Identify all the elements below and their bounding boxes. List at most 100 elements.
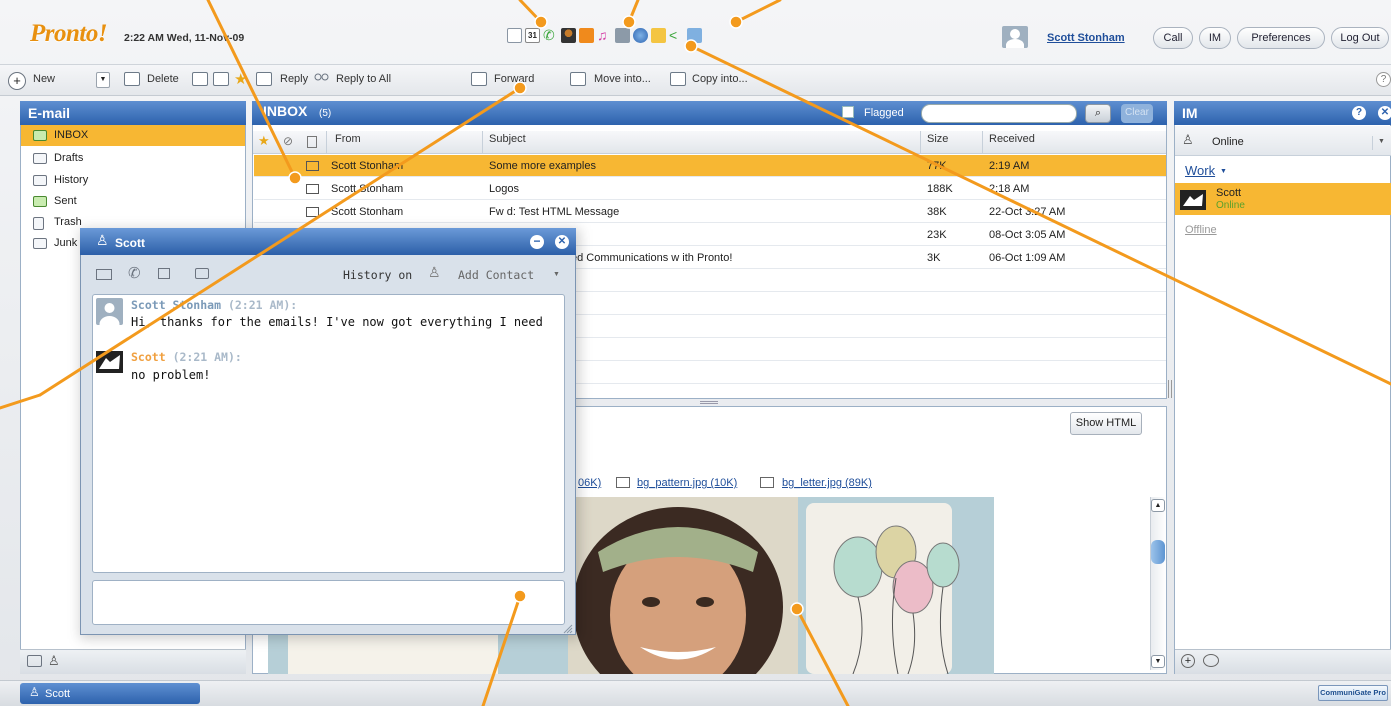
move-icon[interactable] [570, 72, 586, 86]
folder-history[interactable]: History [54, 174, 88, 186]
copy-icon[interactable] [670, 72, 686, 86]
search-icon[interactable]: ⌕ [1085, 104, 1111, 123]
attachment-name[interactable]: bg_letter.jpg (89K) [782, 477, 872, 489]
status-column-icon[interactable] [307, 136, 317, 148]
chat-titlebar[interactable] [80, 228, 576, 255]
notes-icon[interactable] [687, 28, 702, 43]
reply-icon[interactable] [256, 72, 272, 86]
taskbar-chat-label: Scott [45, 688, 71, 700]
preferences-button[interactable]: Preferences [1237, 27, 1325, 49]
folder-junk[interactable]: Junk [54, 237, 77, 249]
flag-column-icon[interactable]: ★ [258, 133, 270, 149]
pronto-logo[interactable]: Pronto! [30, 20, 108, 48]
history-toggle[interactable]: History on [343, 268, 412, 282]
calendar-icon[interactable]: 31 [525, 28, 540, 43]
scrollbar-thumb[interactable] [1151, 540, 1165, 564]
im-group-offline[interactable]: Offline [1185, 224, 1217, 236]
preview-scrollbar[interactable] [1150, 497, 1166, 670]
im-contact-row[interactable] [1175, 183, 1391, 215]
delete-button[interactable]: Delete [147, 73, 179, 85]
help-icon[interactable]: ? [1376, 72, 1391, 87]
sent-icon [33, 196, 47, 207]
flag-star-icon[interactable]: ★ [234, 70, 247, 88]
new-dropdown-icon[interactable]: ▼ [96, 72, 110, 88]
scroll-down-icon[interactable]: ▼ [1151, 655, 1165, 668]
web-icon[interactable] [633, 28, 648, 43]
folder-inbox[interactable]: INBOX [54, 129, 88, 141]
chat-input[interactable] [92, 580, 565, 625]
close-icon[interactable]: ✕ [555, 235, 569, 249]
chevron-down-icon[interactable]: ▼ [553, 271, 560, 278]
video-icon[interactable] [195, 268, 209, 279]
logout-button[interactable]: Log Out [1331, 27, 1389, 49]
chevron-down-icon[interactable]: ▼ [1378, 138, 1385, 145]
contacts-icon[interactable] [561, 28, 576, 43]
chat-bubble-icon[interactable] [1203, 654, 1219, 667]
attachment-link[interactable]: bg_pattern.jpg (10K) [637, 477, 737, 489]
contacts-footer-icon[interactable]: ♙ [48, 653, 60, 669]
delete-icon[interactable] [124, 72, 140, 86]
search-input[interactable] [921, 104, 1077, 123]
splitter-handle[interactable] [700, 401, 718, 404]
music-icon[interactable]: ♫ [597, 28, 612, 43]
minimize-icon[interactable]: − [530, 235, 544, 249]
reply-all-icon[interactable] [312, 72, 332, 86]
call-button[interactable]: Call [1153, 27, 1193, 49]
new-button[interactable]: New [33, 73, 55, 85]
rss-icon[interactable] [579, 28, 594, 43]
add-contact-button[interactable]: Add Contact [458, 268, 534, 282]
attachment-column-icon[interactable]: ⊘ [283, 134, 293, 148]
attachment-link[interactable]: bg_letter.jpg (89K) [782, 477, 872, 489]
group-chevron-icon[interactable]: ▼ [1220, 168, 1227, 175]
folder-trash[interactable]: Trash [54, 216, 82, 228]
im-help-icon[interactable]: ? [1352, 106, 1366, 120]
new-icon[interactable]: + [8, 72, 26, 90]
move-button[interactable]: Move into... [594, 73, 651, 85]
column-received[interactable]: Received [989, 133, 1035, 145]
column-from[interactable]: From [335, 133, 361, 145]
column-subject[interactable]: Subject [489, 133, 526, 145]
email-contact-icon[interactable] [96, 269, 112, 280]
add-contact-icon[interactable]: ♙ [428, 264, 441, 281]
resize-grip-icon[interactable] [563, 624, 573, 634]
im-status-select[interactable]: Online [1212, 136, 1244, 148]
files-icon[interactable] [651, 28, 666, 43]
photos-icon[interactable] [615, 28, 630, 43]
junk-icon [33, 238, 47, 249]
reply-button[interactable]: Reply [280, 73, 308, 85]
call-contact-icon[interactable]: ✆ [128, 264, 141, 282]
clear-button[interactable]: Clear [1121, 104, 1153, 123]
im-close-icon[interactable]: ✕ [1378, 106, 1391, 120]
forward-button[interactable]: Forward [494, 73, 534, 85]
image-file-icon [760, 477, 774, 488]
forward-icon[interactable] [471, 72, 487, 86]
user-name-link[interactable]: Scott Stonham [1047, 32, 1125, 44]
mark-read-icon[interactable] [192, 72, 208, 86]
im-group-work[interactable]: Work [1185, 163, 1215, 178]
author-name: Scott [131, 350, 166, 364]
reply-all-button[interactable]: Reply to All [336, 73, 391, 85]
folder-drafts[interactable]: Drafts [54, 152, 83, 164]
flagged-checkbox[interactable] [842, 106, 854, 118]
mail-icon[interactable] [507, 28, 522, 43]
table-row[interactable]: Scott Stonham Logos 188K 2:18 AM [254, 178, 1166, 200]
column-size[interactable]: Size [927, 133, 948, 145]
copy-button[interactable]: Copy into... [692, 73, 748, 85]
mark-unread-icon[interactable] [213, 72, 229, 86]
scroll-up-icon[interactable]: ▲ [1151, 499, 1165, 512]
vcard-icon[interactable] [158, 268, 170, 279]
folder-sent[interactable]: Sent [54, 195, 77, 207]
communigate-logo[interactable]: CommuniGate Pro [1318, 685, 1388, 701]
attachment-link[interactable]: 06K) [578, 477, 601, 489]
show-html-button[interactable]: Show HTML [1070, 412, 1142, 435]
pane-resize-handle[interactable] [1168, 380, 1172, 398]
phone-icon[interactable]: ✆ [543, 28, 558, 43]
im-button[interactable]: IM [1199, 27, 1231, 49]
table-row[interactable]: Scott Stonham Fw d: Test HTML Message 38… [254, 201, 1166, 223]
share-icon[interactable]: < [669, 28, 684, 43]
chat-message-author: Scott (2:21 AM): [131, 350, 242, 364]
add-contact-icon[interactable]: + [1181, 654, 1195, 668]
add-folder-icon[interactable] [27, 655, 42, 667]
table-row[interactable]: Scott Stonham Some more examples 77K 2:1… [254, 155, 1166, 177]
email-pane-title: E-mail [20, 101, 246, 125]
